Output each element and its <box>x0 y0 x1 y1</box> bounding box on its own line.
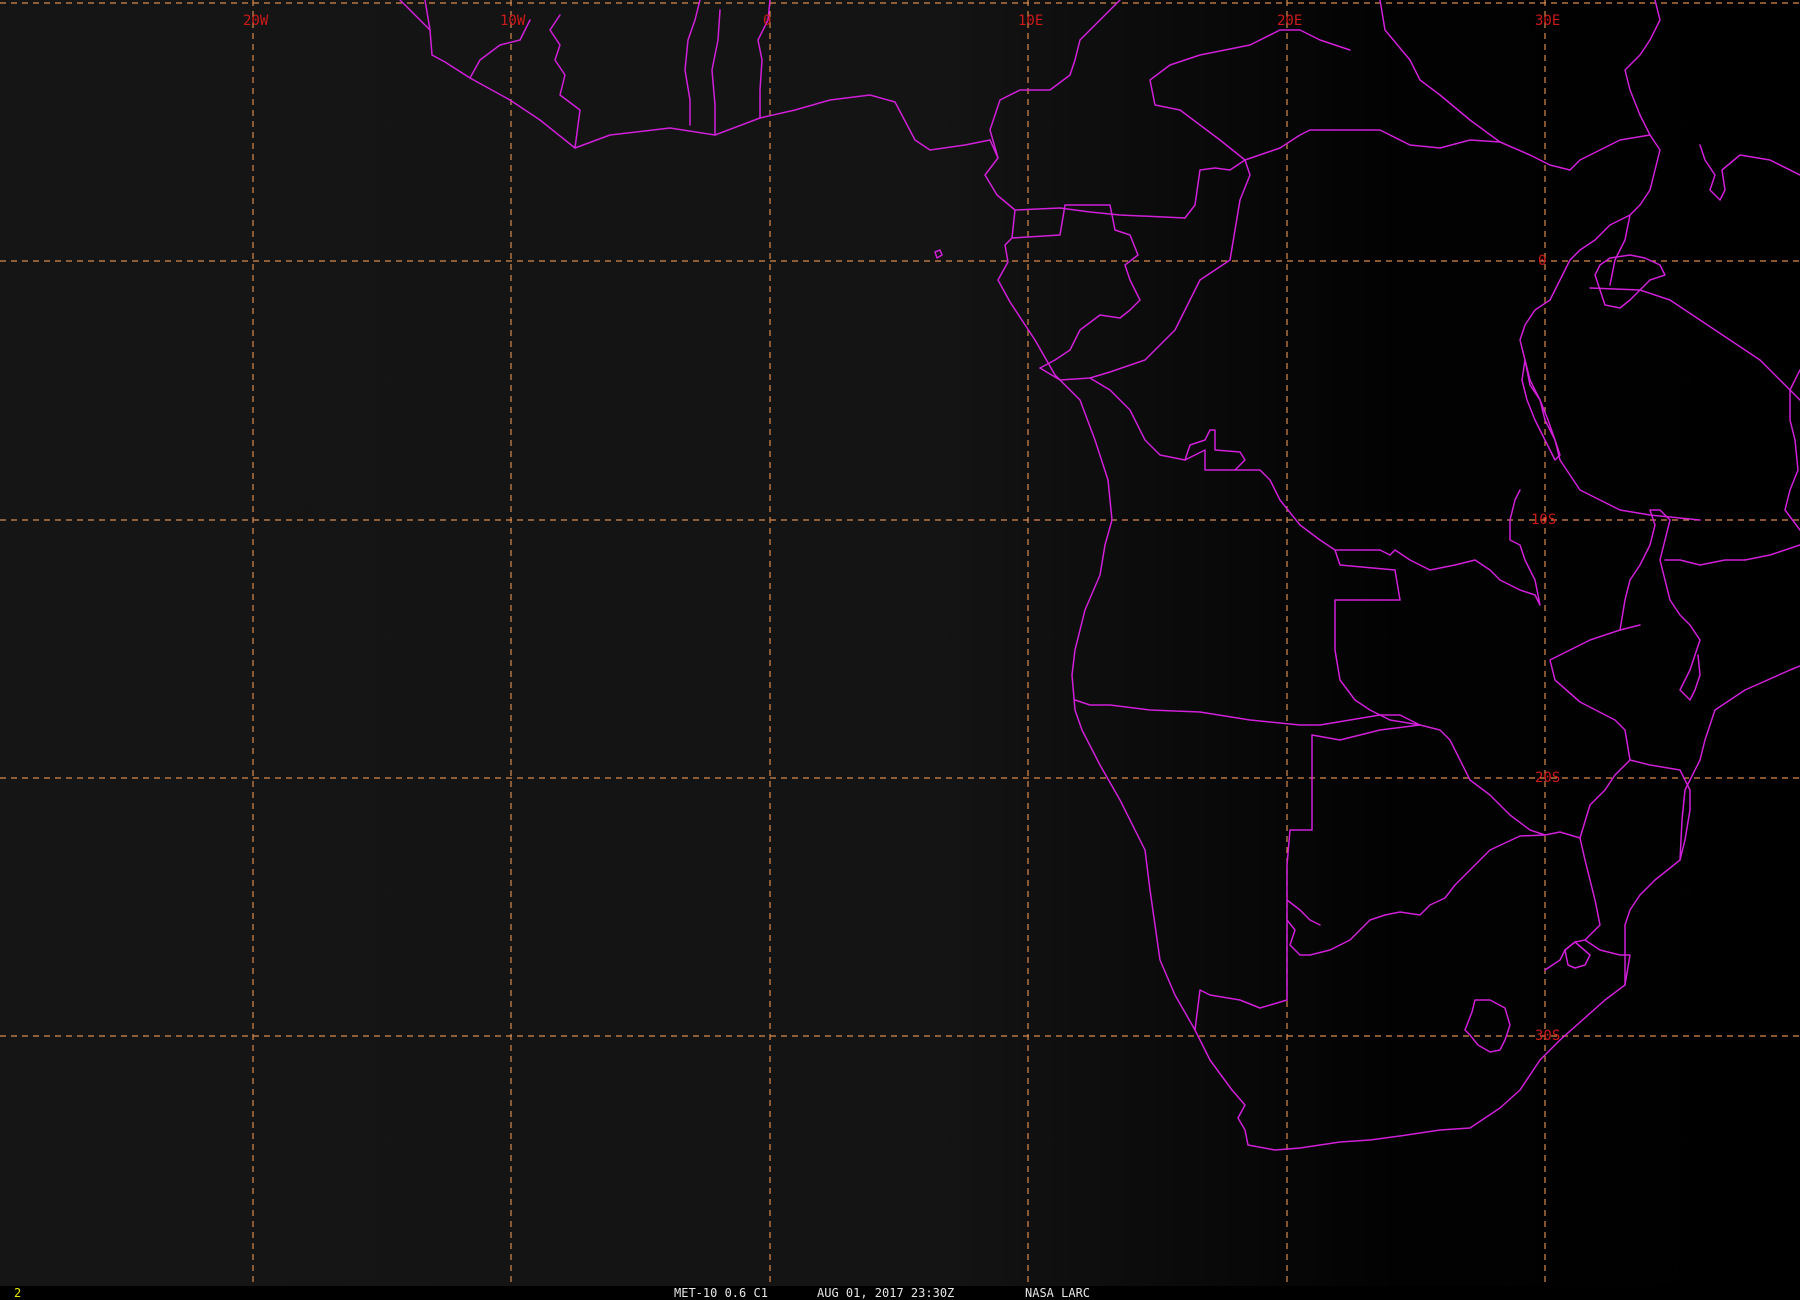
image-timestamp: AUG 01, 2017 23:30Z <box>817 1286 955 1300</box>
lon-label-20w: 20W <box>243 13 269 29</box>
lon-label-20e: 20E <box>1277 13 1302 29</box>
frame-number: 2 <box>14 1286 22 1300</box>
lon-label-10w: 10W <box>500 13 526 29</box>
lon-label-30e: 30E <box>1535 13 1560 29</box>
lon-label-10e: 10E <box>1018 13 1043 29</box>
status-bar: 2 MET-10 0.6 C1 AUG 01, 2017 23:30Z NASA… <box>0 1286 1800 1300</box>
satellite-map[interactable]: 20W 10W 0 10E 20E 30E 0 10S 20S 30S <box>0 0 1800 1286</box>
satellite-image-viewer: 20W 10W 0 10E 20E 30E 0 10S 20S 30S 2 ME… <box>0 0 1800 1300</box>
lat-label-30s: 30S <box>1535 1028 1560 1044</box>
satellite-imagery-background <box>0 0 1800 1286</box>
lat-label-20s: 20S <box>1535 770 1560 786</box>
lat-label-0: 0 <box>1538 253 1546 269</box>
agency-credit: NASA LARC <box>1025 1286 1091 1300</box>
lat-label-10s: 10S <box>1531 512 1556 528</box>
lon-label-0: 0 <box>763 13 771 29</box>
satellite-channel: MET-10 0.6 C1 <box>674 1286 768 1300</box>
